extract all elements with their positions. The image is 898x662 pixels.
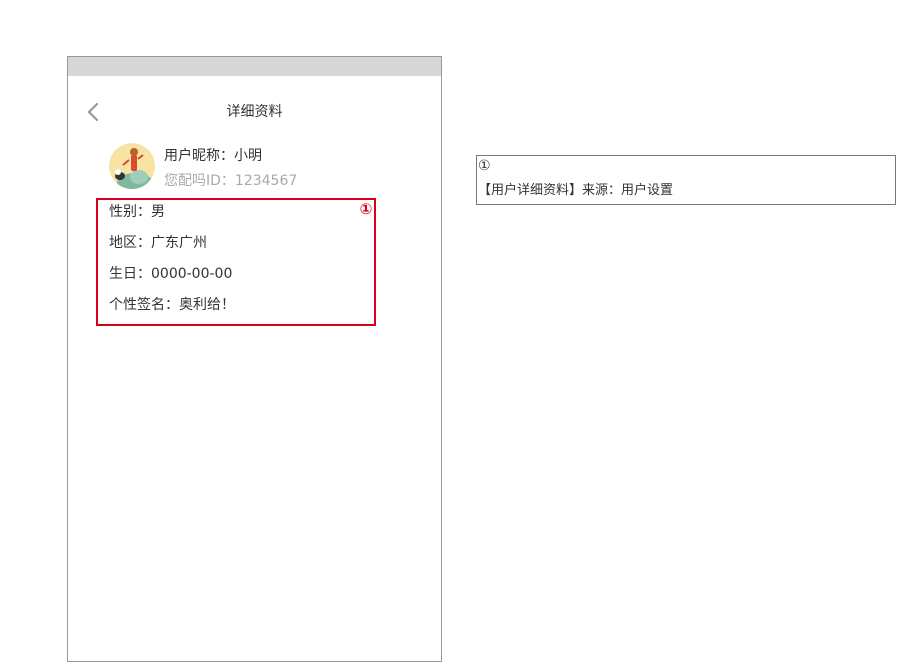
note-text: 【用户详细资料】来源：用户设置 [478,183,674,198]
avatar [109,143,155,189]
nickname: 用户昵称：小明 [164,148,262,164]
phone-frame: 详细资料 用户昵称：小明 您配吗ID：1234567 性别：男 地区：广东广州 … [67,56,442,662]
status-bar [68,57,441,76]
note-marker: ① [478,158,491,174]
page-title: 详细资料 [226,104,283,120]
annotation-note: ① 【用户详细资料】来源：用户设置 [476,155,896,205]
annotation-marker: ① [359,200,373,218]
avatar-illustration [109,143,155,189]
annotation-highlight-box [96,198,376,326]
user-id: 您配吗ID：1234567 [164,173,298,189]
